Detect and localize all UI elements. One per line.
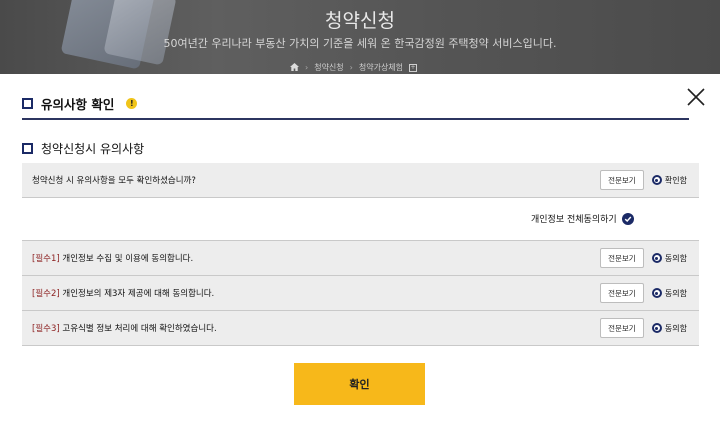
consent-text: [필수2] 개인정보의 제3자 제공에 대해 동의합니다.: [32, 287, 600, 299]
radio-label: 동의함: [664, 288, 687, 298]
square-bullet-icon: [22, 143, 33, 154]
agree-radio[interactable]: 동의함: [651, 288, 687, 299]
square-bullet-icon: [22, 98, 33, 109]
notice-confirm-row: 청약신청 시 유의사항을 모두 확인하셨습니까? 전문보기 확인함: [22, 163, 699, 197]
consent-label: 개인정보의 제3자 제공에 대해 동의합니다.: [59, 289, 215, 299]
close-icon: [687, 88, 705, 106]
view-full-button[interactable]: 전문보기: [599, 170, 644, 190]
required-tag: [필수1]: [32, 254, 60, 264]
notice-modal: 유의사항 확인 ! 청약신청시 유의사항 청약신청 시 유의사항을 모두 확인하…: [0, 74, 720, 435]
chevron-right-icon: ›: [305, 63, 309, 72]
agree-radio[interactable]: 동의함: [651, 253, 687, 264]
breadcrumb-item[interactable]: 청약가상체험: [359, 62, 403, 73]
chevron-right-icon: ›: [349, 63, 353, 72]
consent-text: [필수1] 개인정보 수집 및 이용에 동의합니다.: [32, 252, 600, 264]
confirm-button[interactable]: 확인: [294, 363, 425, 405]
divider: [22, 345, 699, 346]
title-divider: [22, 118, 689, 120]
consent-label: 고유식별 정보 처리에 대해 확인하였습니다.: [59, 324, 217, 334]
view-full-button[interactable]: 전문보기: [599, 318, 644, 338]
check-circle-icon: [621, 212, 634, 225]
hero-title: 청약신청: [325, 10, 395, 32]
confirm-radio[interactable]: 확인함: [651, 175, 687, 186]
radio-icon: [651, 253, 662, 263]
warning-icon: !: [126, 98, 138, 109]
agree-all-toggle[interactable]: 개인정보 전체동의하기: [531, 212, 634, 225]
page-hero: 청약신청 50여년간 우리나라 부동산 가치의 기준을 세워 온 한국감정원 주…: [0, 0, 720, 80]
agree-radio[interactable]: 동의함: [651, 323, 687, 334]
divider: [22, 197, 699, 198]
plus-box-icon[interactable]: +: [409, 63, 418, 72]
breadcrumb-item[interactable]: 청약신청: [314, 62, 343, 73]
radio-label: 동의함: [664, 323, 687, 333]
consent-row: [필수1] 개인정보 수집 및 이용에 동의합니다. 전문보기 동의함: [22, 241, 699, 275]
consent-row: [필수2] 개인정보의 제3자 제공에 대해 동의합니다. 전문보기 동의함: [22, 276, 699, 310]
view-full-button[interactable]: 전문보기: [599, 248, 644, 268]
hero-subtitle: 50여년간 우리나라 부동산 가치의 기준을 세워 온 한국감정원 주택청약 서…: [163, 37, 557, 50]
radio-icon: [651, 175, 662, 185]
section-header: 청약신청시 유의사항: [22, 140, 144, 157]
home-icon[interactable]: [290, 62, 299, 73]
notice-confirm-text: 청약신청 시 유의사항을 모두 확인하셨습니까?: [32, 176, 196, 186]
breadcrumb: › 청약신청 › 청약가상체험 +: [290, 62, 418, 73]
consent-label: 개인정보 수집 및 이용에 동의합니다.: [59, 254, 194, 264]
modal-header: 유의사항 확인 !: [22, 94, 138, 113]
consent-text: [필수3] 고유식별 정보 처리에 대해 확인하였습니다.: [32, 322, 600, 334]
close-button[interactable]: [686, 87, 706, 107]
required-tag: [필수3]: [32, 324, 60, 334]
section-title: 청약신청시 유의사항: [41, 142, 145, 156]
radio-label: 동의함: [664, 253, 687, 263]
radio-icon: [651, 288, 662, 298]
radio-label: 확인함: [664, 175, 687, 185]
required-tag: [필수2]: [32, 289, 60, 299]
modal-title: 유의사항 확인: [41, 97, 115, 112]
agree-all-label: 개인정보 전체동의하기: [531, 215, 617, 225]
radio-icon: [651, 323, 662, 333]
consent-row: [필수3] 고유식별 정보 처리에 대해 확인하였습니다. 전문보기 동의함: [22, 311, 699, 345]
view-full-button[interactable]: 전문보기: [599, 283, 644, 303]
